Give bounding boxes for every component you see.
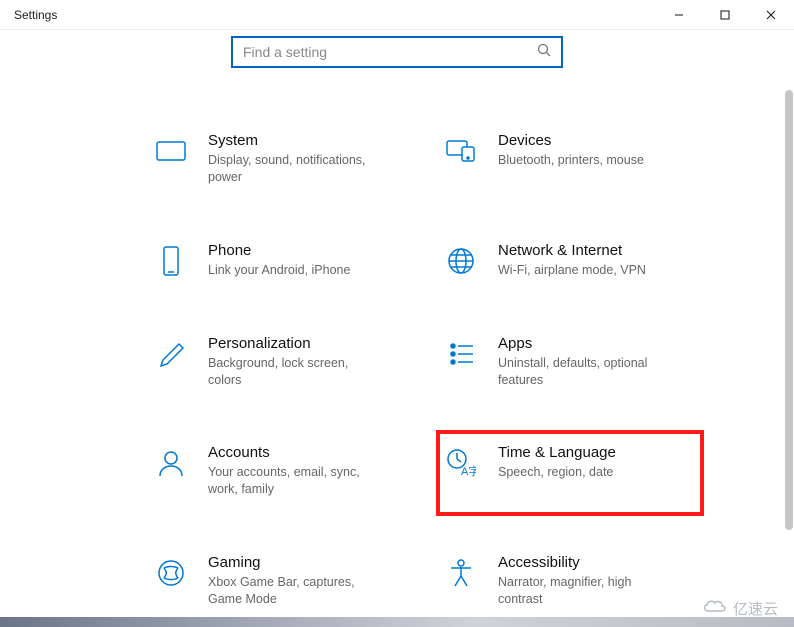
category-personalization[interactable]: Personalization Background, lock screen,… [150,331,410,393]
category-gaming[interactable]: Gaming Xbox Game Bar, captures, Game Mod… [150,550,410,612]
time-language-icon: A字 [444,446,478,480]
maximize-icon [720,10,730,20]
footer-edge [0,617,794,627]
category-title: Devices [498,132,644,149]
category-desc: Bluetooth, printers, mouse [498,152,644,169]
minimize-icon [674,10,684,20]
category-title: Gaming [208,554,378,571]
category-desc: Xbox Game Bar, captures, Game Mode [208,574,378,608]
apps-icon [444,337,478,371]
system-icon [154,134,188,168]
category-desc: Speech, region, date [498,464,616,481]
category-title: Personalization [208,335,378,352]
category-desc: Narrator, magnifier, high contrast [498,574,668,608]
category-desc: Background, lock screen, colors [208,355,378,389]
category-phone[interactable]: Phone Link your Android, iPhone [150,238,410,283]
category-title: Accounts [208,444,378,461]
close-icon [766,10,776,20]
gaming-icon [154,556,188,590]
category-system[interactable]: System Display, sound, notifications, po… [150,128,410,190]
scrollbar[interactable] [785,90,793,530]
phone-icon [154,244,188,278]
accounts-icon [154,446,188,480]
window-buttons [656,0,794,29]
cloud-icon [701,597,727,619]
category-title: Time & Language [498,444,616,461]
category-title: Phone [208,242,350,259]
category-devices[interactable]: Devices Bluetooth, printers, mouse [440,128,700,190]
titlebar: Settings [0,0,794,30]
svg-text:A字: A字 [461,464,476,478]
category-time-language[interactable]: A字 Time & Language Speech, region, date [436,430,704,516]
content-area: System Display, sound, notifications, po… [0,30,794,627]
window-title: Settings [14,8,57,22]
category-grid: System Display, sound, notifications, po… [150,128,700,612]
accessibility-icon [444,556,478,590]
maximize-button[interactable] [702,0,748,29]
category-desc: Uninstall, defaults, optional features [498,355,668,389]
category-desc: Display, sound, notifications, power [208,152,378,186]
search-wrap [0,36,794,68]
category-apps[interactable]: Apps Uninstall, defaults, optional featu… [440,331,700,393]
network-icon [444,244,478,278]
category-desc: Wi-Fi, airplane mode, VPN [498,262,646,279]
category-network[interactable]: Network & Internet Wi-Fi, airplane mode,… [440,238,700,283]
category-title: Apps [498,335,668,352]
watermark-text: 亿速云 [733,598,778,619]
devices-icon [444,134,478,168]
category-accounts[interactable]: Accounts Your accounts, email, sync, wor… [150,440,410,502]
search-icon [537,43,551,62]
close-button[interactable] [748,0,794,29]
category-title: System [208,132,378,149]
category-desc: Link your Android, iPhone [208,262,350,279]
search-box[interactable] [231,36,563,68]
search-input[interactable] [243,44,523,60]
personalization-icon [154,337,188,371]
category-title: Accessibility [498,554,668,571]
watermark: 亿速云 [701,597,778,619]
category-desc: Your accounts, email, sync, work, family [208,464,378,498]
category-accessibility[interactable]: Accessibility Narrator, magnifier, high … [440,550,700,612]
category-title: Network & Internet [498,242,646,259]
minimize-button[interactable] [656,0,702,29]
